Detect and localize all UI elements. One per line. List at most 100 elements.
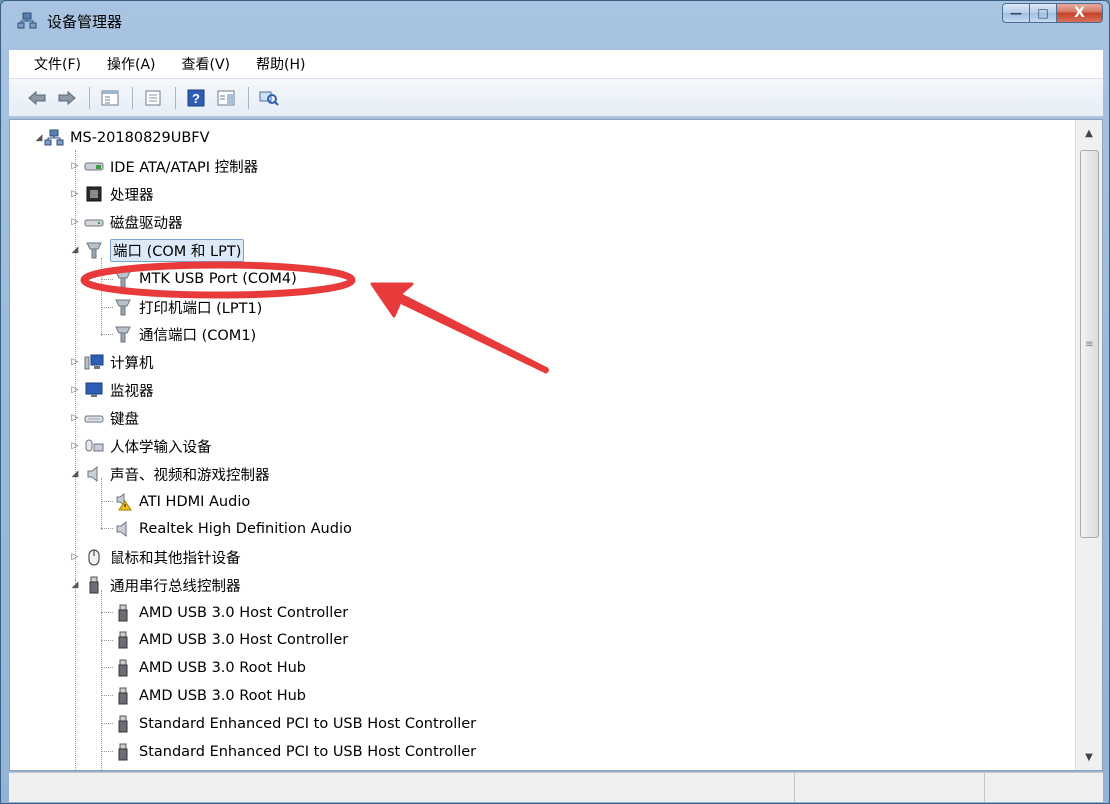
- menu-view[interactable]: 查看(V): [173, 54, 240, 74]
- collapse-arrow-icon[interactable]: ◢: [70, 245, 80, 255]
- tree-node-disk[interactable]: ▷ 磁盘驱动器: [70, 210, 183, 234]
- back-button[interactable]: [25, 86, 49, 110]
- hid-icon: [85, 439, 104, 452]
- toolbar-separator: [89, 86, 90, 109]
- tree-node-label: AMD USB 3.0 Root Hub: [139, 688, 307, 704]
- tree-node-realtek-audio[interactable]: Realtek High Definition Audio: [113, 517, 352, 541]
- tree-node-printer-port[interactable]: 打印机端口 (LPT1): [113, 295, 262, 319]
- tree-node-usb-device[interactable]: AMD USB 3.0 Root Hub: [113, 684, 306, 708]
- keyboard-icon: [84, 415, 104, 423]
- tree-node-sound[interactable]: ◢ 声音、视频和游戏控制器: [70, 462, 270, 486]
- tree-node-label: AMD USB 3.0 Host Controller: [139, 605, 349, 621]
- tree-root[interactable]: ◢ MS-20180829UBFV: [36, 126, 210, 150]
- properties-icon: [145, 90, 161, 105]
- expand-arrow-icon[interactable]: ▷: [70, 413, 80, 423]
- tree-node-label: 处理器: [110, 187, 154, 204]
- tree-node-mtk-usb-port[interactable]: MTK USB Port (COM4): [113, 267, 297, 291]
- tree-node-keyboard[interactable]: ▷ 键盘: [70, 406, 139, 430]
- tree-node-usb-device[interactable]: AMD USB 3.0 Root Hub: [113, 656, 306, 680]
- tree-node-label: ATI HDMI Audio: [139, 494, 251, 510]
- tree-line: [101, 528, 113, 529]
- processor-icon: [86, 186, 102, 202]
- expand-arrow-icon[interactable]: ▷: [70, 161, 80, 171]
- menu-file[interactable]: 文件(F): [25, 54, 90, 74]
- tree-line: [101, 751, 113, 752]
- scan-hardware-icon: [259, 91, 279, 106]
- usb-icon: [118, 604, 128, 622]
- tree-line: [101, 723, 113, 724]
- tree-node-label: AMD USB 3.0 Host Controller: [139, 632, 349, 648]
- tree-node-label: Standard Enhanced PCI to USB Host Contro…: [139, 744, 477, 760]
- tree-node-label: 磁盘驱动器: [110, 215, 183, 232]
- show-hide-tree-button[interactable]: [98, 86, 122, 110]
- tree-node-ati-hdmi-audio[interactable]: ATI HDMI Audio: [113, 490, 250, 514]
- status-pane: [9, 773, 795, 802]
- tree-node-label: 通用串行总线控制器: [110, 578, 241, 595]
- tree-node-processor[interactable]: ▷ 处理器: [70, 182, 154, 206]
- action-pane-icon: [217, 90, 235, 105]
- tree-node-mouse[interactable]: ▷ 鼠标和其他指针设备: [70, 545, 241, 569]
- collapse-arrow-icon[interactable]: ◢: [34, 133, 44, 143]
- tree-line: [101, 612, 113, 613]
- properties-button[interactable]: [141, 86, 165, 110]
- tree-node-label: 端口 (COM 和 LPT): [110, 238, 245, 262]
- forward-button[interactable]: [55, 86, 79, 110]
- device-tree-panel: ◢ MS-20180829UBFV ▷ IDE ATA/ATAPI 控制器 ▷ …: [9, 119, 1103, 771]
- expand-arrow-icon[interactable]: ▷: [70, 357, 80, 367]
- scan-hardware-button[interactable]: [257, 86, 281, 110]
- tree-node-label: 通信端口 (COM1): [139, 327, 257, 344]
- menu-action[interactable]: 操作(A): [98, 54, 165, 74]
- usb-icon: [89, 576, 99, 594]
- tree-line: [101, 334, 113, 335]
- speaker-warning-icon: [116, 493, 132, 511]
- help-button[interactable]: ?: [184, 86, 208, 110]
- collapse-arrow-icon[interactable]: ◢: [70, 469, 80, 479]
- tree-node-ports[interactable]: ◢ 端口 (COM 和 LPT): [70, 238, 245, 262]
- expand-arrow-icon[interactable]: ▷: [70, 441, 80, 451]
- collapse-arrow-icon[interactable]: ◢: [70, 580, 80, 590]
- tree-node-usb-device[interactable]: Standard Enhanced PCI to USB Host Contro…: [113, 712, 476, 736]
- caption-buttons: — □ X: [1002, 3, 1103, 23]
- tree-node-computer[interactable]: ▷ 计算机: [70, 350, 154, 374]
- expand-arrow-icon[interactable]: ▷: [70, 189, 80, 199]
- minimize-icon: —: [1010, 6, 1022, 20]
- expand-arrow-icon[interactable]: ▷: [70, 552, 80, 562]
- expand-arrow-icon[interactable]: ▷: [70, 385, 80, 395]
- action-pane-button[interactable]: [214, 86, 238, 110]
- tree-node-monitor[interactable]: ▷ 监视器: [70, 378, 154, 402]
- tree-node-usb-device[interactable]: Standard Enhanced PCI to USB Host Contro…: [113, 740, 476, 764]
- speaker-icon: [87, 465, 98, 483]
- tree-line: [101, 640, 113, 641]
- maximize-button[interactable]: □: [1030, 3, 1057, 23]
- device-manager-window: 设备管理器 — □ X 文件(F) 操作(A) 查看(V) 帮助(H) ? ◢ …: [0, 0, 1110, 804]
- tree-node-usb-controllers[interactable]: ◢ 通用串行总线控制器: [70, 573, 241, 597]
- forward-icon: [58, 90, 76, 105]
- minimize-button[interactable]: —: [1002, 3, 1030, 23]
- toolbar: ?: [9, 79, 1103, 117]
- status-bar: [9, 772, 1103, 802]
- menu-help[interactable]: 帮助(H): [247, 54, 314, 74]
- window-title: 设备管理器: [47, 13, 123, 31]
- tree-node-usb-device[interactable]: AMD USB 3.0 Host Controller: [113, 601, 348, 625]
- tree-node-label: IDE ATA/ATAPI 控制器: [110, 159, 259, 176]
- scroll-up-arrow-icon[interactable]: ▲: [1080, 124, 1098, 142]
- tree-node-label: 人体学输入设备: [110, 439, 212, 456]
- port-icon: [86, 242, 102, 259]
- disk-drive-icon: [84, 219, 104, 227]
- scroll-down-arrow-icon[interactable]: ▼: [1080, 748, 1098, 766]
- tree-node-ide[interactable]: ▷ IDE ATA/ATAPI 控制器: [70, 154, 259, 178]
- usb-icon: [118, 659, 128, 677]
- monitor-icon: [85, 382, 103, 397]
- tree-node-hid[interactable]: ▷ 人体学输入设备: [70, 434, 212, 458]
- scroll-thumb[interactable]: ≡: [1080, 150, 1099, 538]
- vertical-scrollbar[interactable]: ▲ ≡ ▼: [1075, 120, 1102, 770]
- status-pane: [795, 773, 985, 802]
- tree-line: [101, 695, 113, 696]
- tree-node-comm-port[interactable]: 通信端口 (COM1): [113, 322, 256, 346]
- tree-node-label: Realtek High Definition Audio: [139, 521, 352, 537]
- expand-arrow-icon[interactable]: ▷: [70, 217, 80, 227]
- close-button[interactable]: X: [1057, 3, 1103, 23]
- svg-text:?: ?: [192, 91, 200, 106]
- title-bar[interactable]: 设备管理器 — □ X: [1, 1, 1109, 39]
- tree-node-usb-device[interactable]: AMD USB 3.0 Host Controller: [113, 628, 348, 652]
